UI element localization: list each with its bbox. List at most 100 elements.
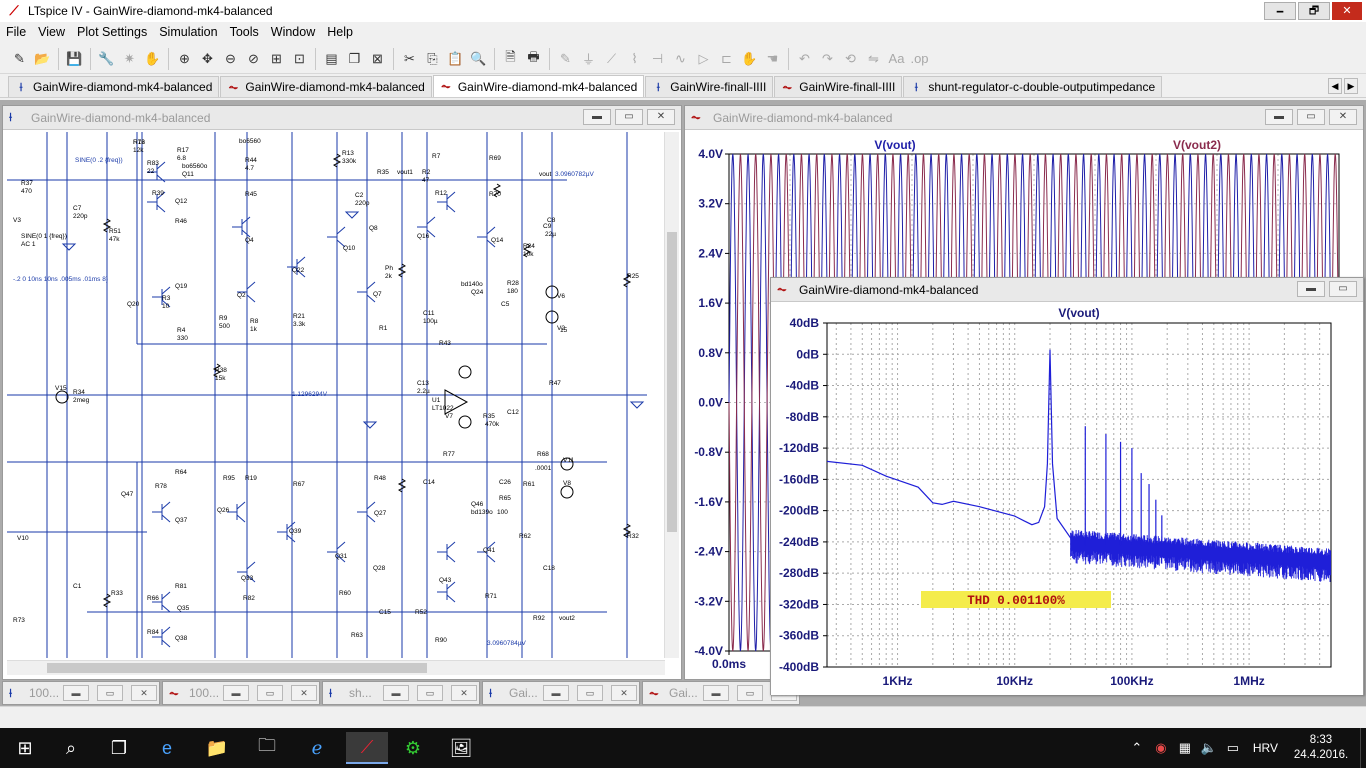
autorange-icon[interactable]: ⊞ <box>265 47 288 70</box>
minimized-window-1[interactable]: ⏦ 100... ▬ ▭ ✕ <box>162 681 320 705</box>
halt-icon[interactable]: ✋ <box>141 47 164 70</box>
tab-wav-1[interactable]: ⏦ GainWire-diamond-mk4-balanced <box>220 76 432 97</box>
mirror-icon[interactable]: ⇋ <box>862 47 885 70</box>
legend-vout[interactable]: V(vout) <box>874 138 915 152</box>
menu-view[interactable]: View <box>32 25 71 39</box>
start-button[interactable]: ⊞ <box>4 732 46 764</box>
image-viewer-icon[interactable]: 🖼 <box>440 732 482 764</box>
close-button[interactable]: ✕ <box>1332 2 1362 20</box>
task-view-icon[interactable]: ❐ <box>98 732 140 764</box>
menu-tools[interactable]: Tools <box>224 25 265 39</box>
restore-button[interactable]: 🗗 <box>1298 2 1330 20</box>
vertical-scroll-thumb[interactable] <box>667 232 677 532</box>
minimized-window-2[interactable]: ⟊ sh... ▬ ▭ ✕ <box>322 681 480 705</box>
volume-icon[interactable]: 🔈 <box>1197 740 1221 756</box>
capacitor-icon[interactable]: ⊣ <box>646 47 669 70</box>
thd-annotation[interactable]: THD 0.001100% <box>967 594 1065 608</box>
open-icon[interactable]: 📂 <box>31 47 54 70</box>
copy-icon[interactable]: ⎘ <box>421 47 444 70</box>
minimized-restore-button[interactable]: ▬ <box>223 685 249 701</box>
resistor-icon[interactable]: ⌇ <box>623 47 646 70</box>
tab-wav-2[interactable]: ⏦ GainWire-diamond-mk4-balanced <box>432 75 645 97</box>
drag-icon[interactable]: ☚ <box>761 47 784 70</box>
green-app-icon[interactable]: ⚙ <box>392 732 434 764</box>
schematic-horizontal-scrollbar[interactable] <box>7 660 665 675</box>
rotate-icon[interactable]: ⟲ <box>839 47 862 70</box>
new-schematic-icon[interactable]: ✎ <box>8 47 31 70</box>
menu-window[interactable]: Window <box>265 25 321 39</box>
minimized-maximize-button[interactable]: ▭ <box>257 685 283 701</box>
clock[interactable]: 8:33 24.4.2016. <box>1286 733 1356 763</box>
tile-horizontal-icon[interactable]: ▤ <box>320 47 343 70</box>
file-explorer-icon[interactable]: 📁 <box>196 732 238 764</box>
cut-icon[interactable]: ✂ <box>398 47 421 70</box>
print-icon[interactable]: 🖶 <box>522 47 545 70</box>
minimized-maximize-button[interactable]: ▭ <box>577 685 603 701</box>
input-language[interactable]: HRV <box>1253 741 1278 755</box>
text-icon[interactable]: Aa <box>885 47 908 70</box>
undo-icon[interactable]: ↶ <box>793 47 816 70</box>
folder-icon[interactable]: 🗀 <box>246 732 288 764</box>
cascade-icon[interactable]: ❐ <box>343 47 366 70</box>
fft-plot[interactable]: 40dB 0dB -40dB -80dB -120dB -160dB -200dB -240d… <box>771 303 1363 695</box>
waveform-close-button[interactable]: ✕ <box>1329 109 1357 125</box>
paste-icon[interactable]: 📋 <box>444 47 467 70</box>
schematic-maximize-button[interactable]: ▭ <box>615 109 643 125</box>
ground-icon[interactable]: ⏚ <box>577 47 600 70</box>
zoom-fit-icon[interactable]: ⊘ <box>242 47 265 70</box>
minimized-maximize-button[interactable]: ▭ <box>737 685 763 701</box>
tab-sch-0[interactable]: ⟊ GainWire-diamond-mk4-balanced <box>8 76 220 97</box>
component-icon[interactable]: ⊏ <box>715 47 738 70</box>
minimized-close-button[interactable]: ✕ <box>131 685 157 701</box>
zoom-extents-icon[interactable]: ⊡ <box>288 47 311 70</box>
zoom-in-icon[interactable]: ⊕ <box>173 47 196 70</box>
tab-wav-4[interactable]: ⏦ GainWire-finall-IIII <box>774 76 903 97</box>
menu-plot-settings[interactable]: Plot Settings <box>71 25 153 39</box>
minimized-restore-button[interactable]: ▬ <box>63 685 89 701</box>
wire-icon[interactable]: ✎ <box>554 47 577 70</box>
schematic-minimize-button[interactable]: ▬ <box>583 109 611 125</box>
minimized-restore-button[interactable]: ▬ <box>383 685 409 701</box>
diode-icon[interactable]: ▷ <box>692 47 715 70</box>
ie-icon[interactable]: ℯ <box>296 732 338 764</box>
waveform-maximize-button[interactable]: ▭ <box>1297 109 1325 125</box>
inductor-icon[interactable]: ∿ <box>669 47 692 70</box>
minimized-close-button[interactable]: ✕ <box>451 685 477 701</box>
antivirus-icon[interactable]: ◉ <box>1149 740 1173 756</box>
network-icon[interactable]: ▦ <box>1173 740 1197 756</box>
show-desktop-button[interactable] <box>1360 728 1366 768</box>
schematic-canvas[interactable]: R16 12k R17 6.8 SINE(0 .2 {freq}) R37 470 C7 220… <box>7 132 665 658</box>
fft-window-titlebar[interactable]: ⏦ GainWire-diamond-mk4-balanced ▬ ▭ <box>771 278 1363 302</box>
minimized-close-button[interactable]: ✕ <box>291 685 317 701</box>
minimized-window-0[interactable]: ⟊ 100... ▬ ▭ ✕ <box>2 681 160 705</box>
chevron-up-icon[interactable]: ⌃ <box>1125 740 1149 756</box>
schematic-window[interactable]: ⟊ GainWire-diamond-mk4-balanced ▬ ▭ ✕ R1… <box>2 105 682 680</box>
fft-window[interactable]: ⏦ GainWire-diamond-mk4-balanced ▬ ▭ 40dB… <box>770 277 1364 695</box>
menu-help[interactable]: Help <box>321 25 359 39</box>
minimized-restore-button[interactable]: ▬ <box>543 685 569 701</box>
label-icon[interactable]: ⟋ <box>600 47 623 70</box>
tab-sch-5[interactable]: ⟊ shunt-regulator-c-double-outputimpedanc… <box>903 76 1163 97</box>
notifications-icon[interactable]: ▭ <box>1221 740 1245 756</box>
minimize-button[interactable]: 🗕 <box>1264 2 1296 20</box>
control-panel-icon[interactable]: 🔧 <box>95 47 118 70</box>
menu-simulation[interactable]: Simulation <box>153 25 223 39</box>
close-all-icon[interactable]: ⊠ <box>366 47 389 70</box>
search-icon[interactable]: ⌕ <box>50 732 92 764</box>
schematic-window-titlebar[interactable]: ⟊ GainWire-diamond-mk4-balanced ▬ ▭ ✕ <box>3 106 681 130</box>
minimized-maximize-button[interactable]: ▭ <box>97 685 123 701</box>
print-preview-icon[interactable]: 🗎 <box>499 47 522 70</box>
schematic-close-button[interactable]: ✕ <box>647 109 675 125</box>
tab-sch-3[interactable]: ⟊ GainWire-finall-IIII <box>645 76 774 97</box>
move-icon[interactable]: ✋ <box>738 47 761 70</box>
zoom-out-icon[interactable]: ⊖ <box>219 47 242 70</box>
save-icon[interactable]: 💾 <box>63 47 86 70</box>
minimized-maximize-button[interactable]: ▭ <box>417 685 443 701</box>
minimized-close-button[interactable]: ✕ <box>611 685 637 701</box>
find-icon[interactable]: 🔍 <box>467 47 490 70</box>
redo-icon[interactable]: ↷ <box>816 47 839 70</box>
legend-vout2[interactable]: V(vout2) <box>1173 138 1221 152</box>
fft-maximize-button[interactable]: ▭ <box>1329 281 1357 297</box>
spice-directive-icon[interactable]: .op <box>908 47 931 70</box>
schematic-vertical-scrollbar[interactable] <box>664 132 679 658</box>
